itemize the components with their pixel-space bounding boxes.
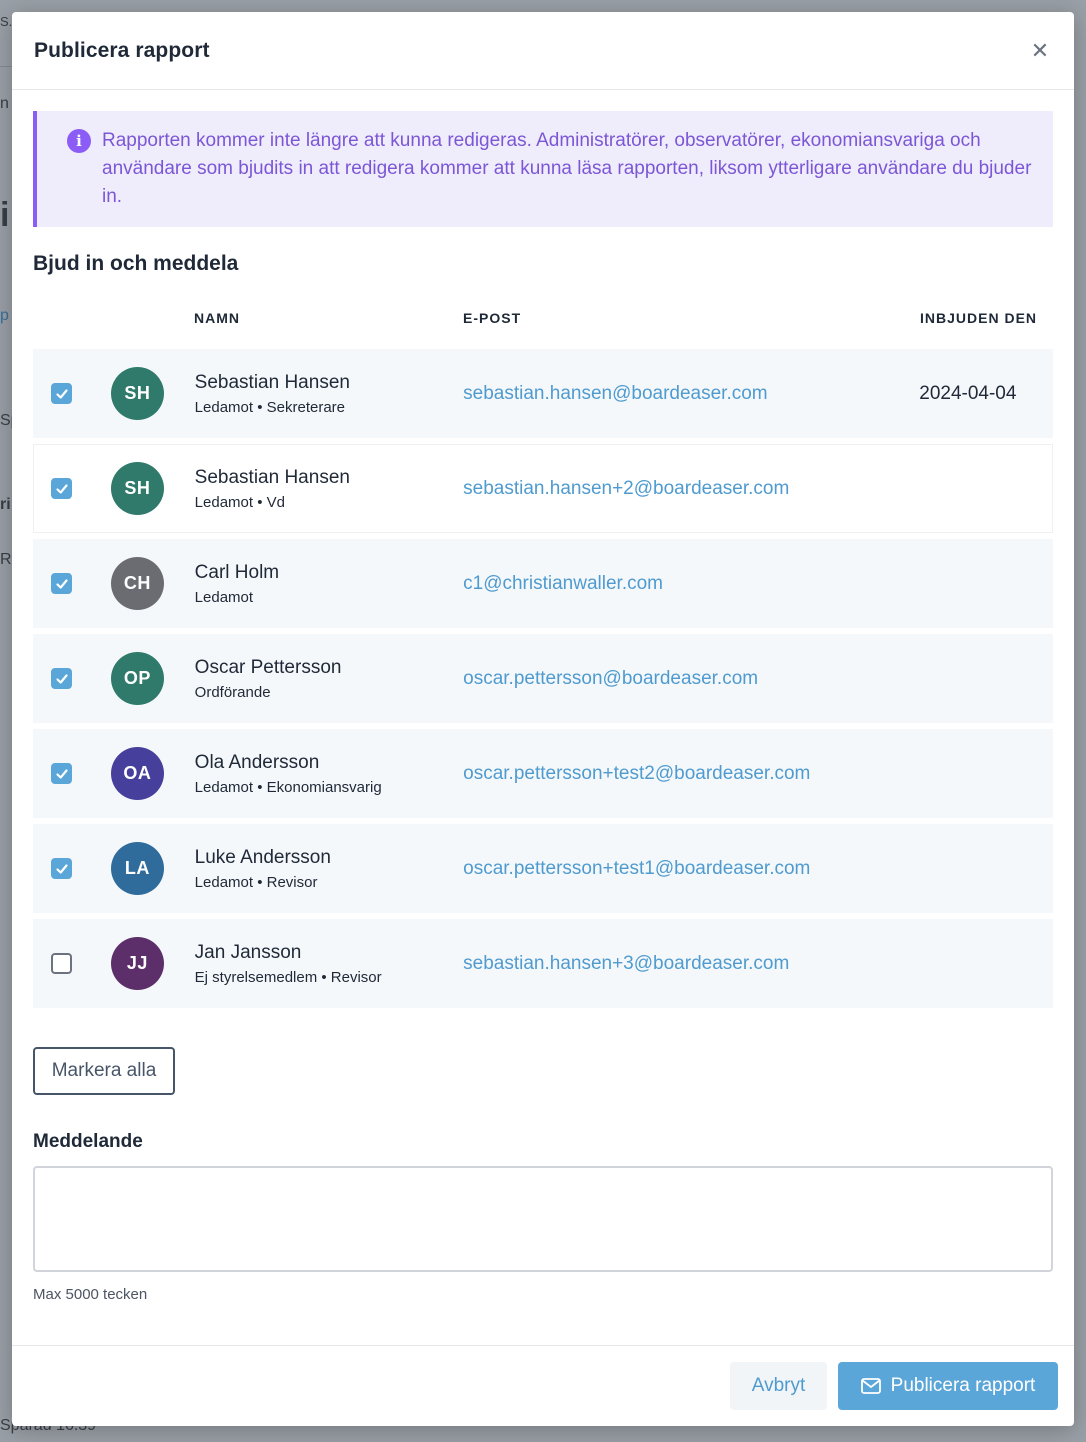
check-icon [55, 578, 68, 589]
column-email: E-POST [463, 310, 522, 326]
info-icon: i [67, 129, 91, 153]
member-role: Ledamot • Sekreterare [194, 398, 346, 416]
table-row: OA Ola Andersson Ledamot • Ekonomiansvar… [33, 729, 1053, 818]
member-name: Jan Jansson [194, 941, 302, 963]
bg-fragment: ri [0, 496, 11, 513]
mail-icon [860, 1378, 881, 1394]
bg-divider [0, 66, 12, 67]
member-name: Oscar Pettersson [194, 656, 342, 678]
check-icon [55, 768, 68, 779]
table-header: NAMN E-POST INBJUDEN DEN [33, 298, 1053, 338]
check-icon [55, 863, 68, 874]
table-row: JJ Jan Jansson Ej styrelsemedlem • Revis… [33, 919, 1053, 1008]
member-email[interactable]: c1@christianwaller.com [463, 573, 663, 594]
member-name: Sebastian Hansen [194, 371, 350, 393]
info-alert: i Rapporten kommer inte längre att kunna… [33, 111, 1053, 227]
close-icon[interactable]: ✕ [1028, 39, 1052, 63]
avatar: OP [110, 652, 164, 705]
modal-header: Publicera rapport ✕ [12, 12, 1074, 90]
avatar: OA [110, 747, 164, 800]
modal-footer: Avbryt Publicera rapport [12, 1345, 1074, 1426]
message-label: Meddelande [33, 1131, 143, 1152]
info-text: Rapporten kommer inte längre att kunna r… [102, 130, 1032, 207]
table-row: SH Sebastian Hansen Ledamot • Sekreterar… [33, 349, 1053, 438]
member-email[interactable]: oscar.pettersson+test1@boardeaser.com [463, 858, 810, 879]
publish-label: Publicera rapport [890, 1375, 1036, 1396]
member-email[interactable]: sebastian.hansen@boardeaser.com [463, 383, 767, 404]
member-checkbox[interactable] [51, 478, 72, 499]
member-checkbox[interactable] [51, 858, 72, 879]
member-checkbox[interactable] [51, 953, 72, 974]
member-name: Luke Andersson [194, 846, 331, 868]
section-title: Bjud in och meddela [33, 252, 239, 275]
member-role: Ledamot • Vd [194, 493, 285, 511]
member-email[interactable]: sebastian.hansen+2@boardeaser.com [463, 478, 789, 499]
member-name: Ola Andersson [194, 751, 320, 773]
bg-fragment: i [0, 196, 10, 234]
member-checkbox[interactable] [51, 763, 72, 784]
member-role: Ordförande [194, 683, 271, 701]
table-row: CH Carl Holm Ledamot c1@christianwaller.… [33, 539, 1053, 628]
publish-report-modal: Publicera rapport ✕ i Rapporten kommer i… [12, 12, 1074, 1426]
bg-fragment: p [0, 307, 9, 324]
bg-fragment: n [0, 95, 9, 112]
member-role: Ej styrelsemedlem • Revisor [194, 968, 382, 986]
avatar: SH [110, 462, 164, 515]
member-email[interactable]: oscar.pettersson+test2@boardeaser.com [463, 763, 810, 784]
invited-date: 2024-04-04 [919, 382, 1017, 404]
member-list: SH Sebastian Hansen Ledamot • Sekreterar… [33, 349, 1053, 1008]
select-all-button[interactable]: Markera alla [33, 1047, 175, 1095]
member-role: Ledamot • Ekonomiansvarig [194, 778, 382, 796]
member-email[interactable]: oscar.pettersson@boardeaser.com [463, 668, 758, 689]
table-row: OP Oscar Pettersson Ordförande oscar.pet… [33, 634, 1053, 723]
member-role: Ledamot [194, 588, 254, 606]
publish-button[interactable]: Publicera rapport [838, 1362, 1058, 1410]
column-name: NAMN [194, 310, 240, 326]
member-checkbox[interactable] [51, 573, 72, 594]
member-email[interactable]: sebastian.hansen+3@boardeaser.com [463, 953, 789, 974]
check-icon [55, 483, 68, 494]
modal-title: Publicera rapport [34, 38, 210, 62]
avatar: CH [110, 557, 164, 610]
message-input[interactable] [33, 1166, 1053, 1272]
modal-body: i Rapporten kommer inte längre att kunna… [12, 90, 1074, 1303]
column-invited: INBJUDEN DEN [920, 310, 1038, 326]
member-name: Carl Holm [194, 561, 280, 583]
avatar: LA [110, 842, 164, 895]
member-name: Sebastian Hansen [194, 466, 350, 488]
message-hint: Max 5000 tecken [33, 1286, 148, 1303]
avatar: SH [110, 367, 164, 420]
member-role: Ledamot • Revisor [194, 873, 318, 891]
member-checkbox[interactable] [51, 668, 72, 689]
table-row: LA Luke Andersson Ledamot • Revisor osca… [33, 824, 1053, 913]
avatar: JJ [110, 937, 164, 990]
cancel-button[interactable]: Avbryt [730, 1362, 827, 1410]
table-row: SH Sebastian Hansen Ledamot • Vd sebasti… [33, 444, 1053, 533]
check-icon [55, 388, 68, 399]
check-icon [55, 673, 68, 684]
member-checkbox[interactable] [51, 383, 72, 404]
